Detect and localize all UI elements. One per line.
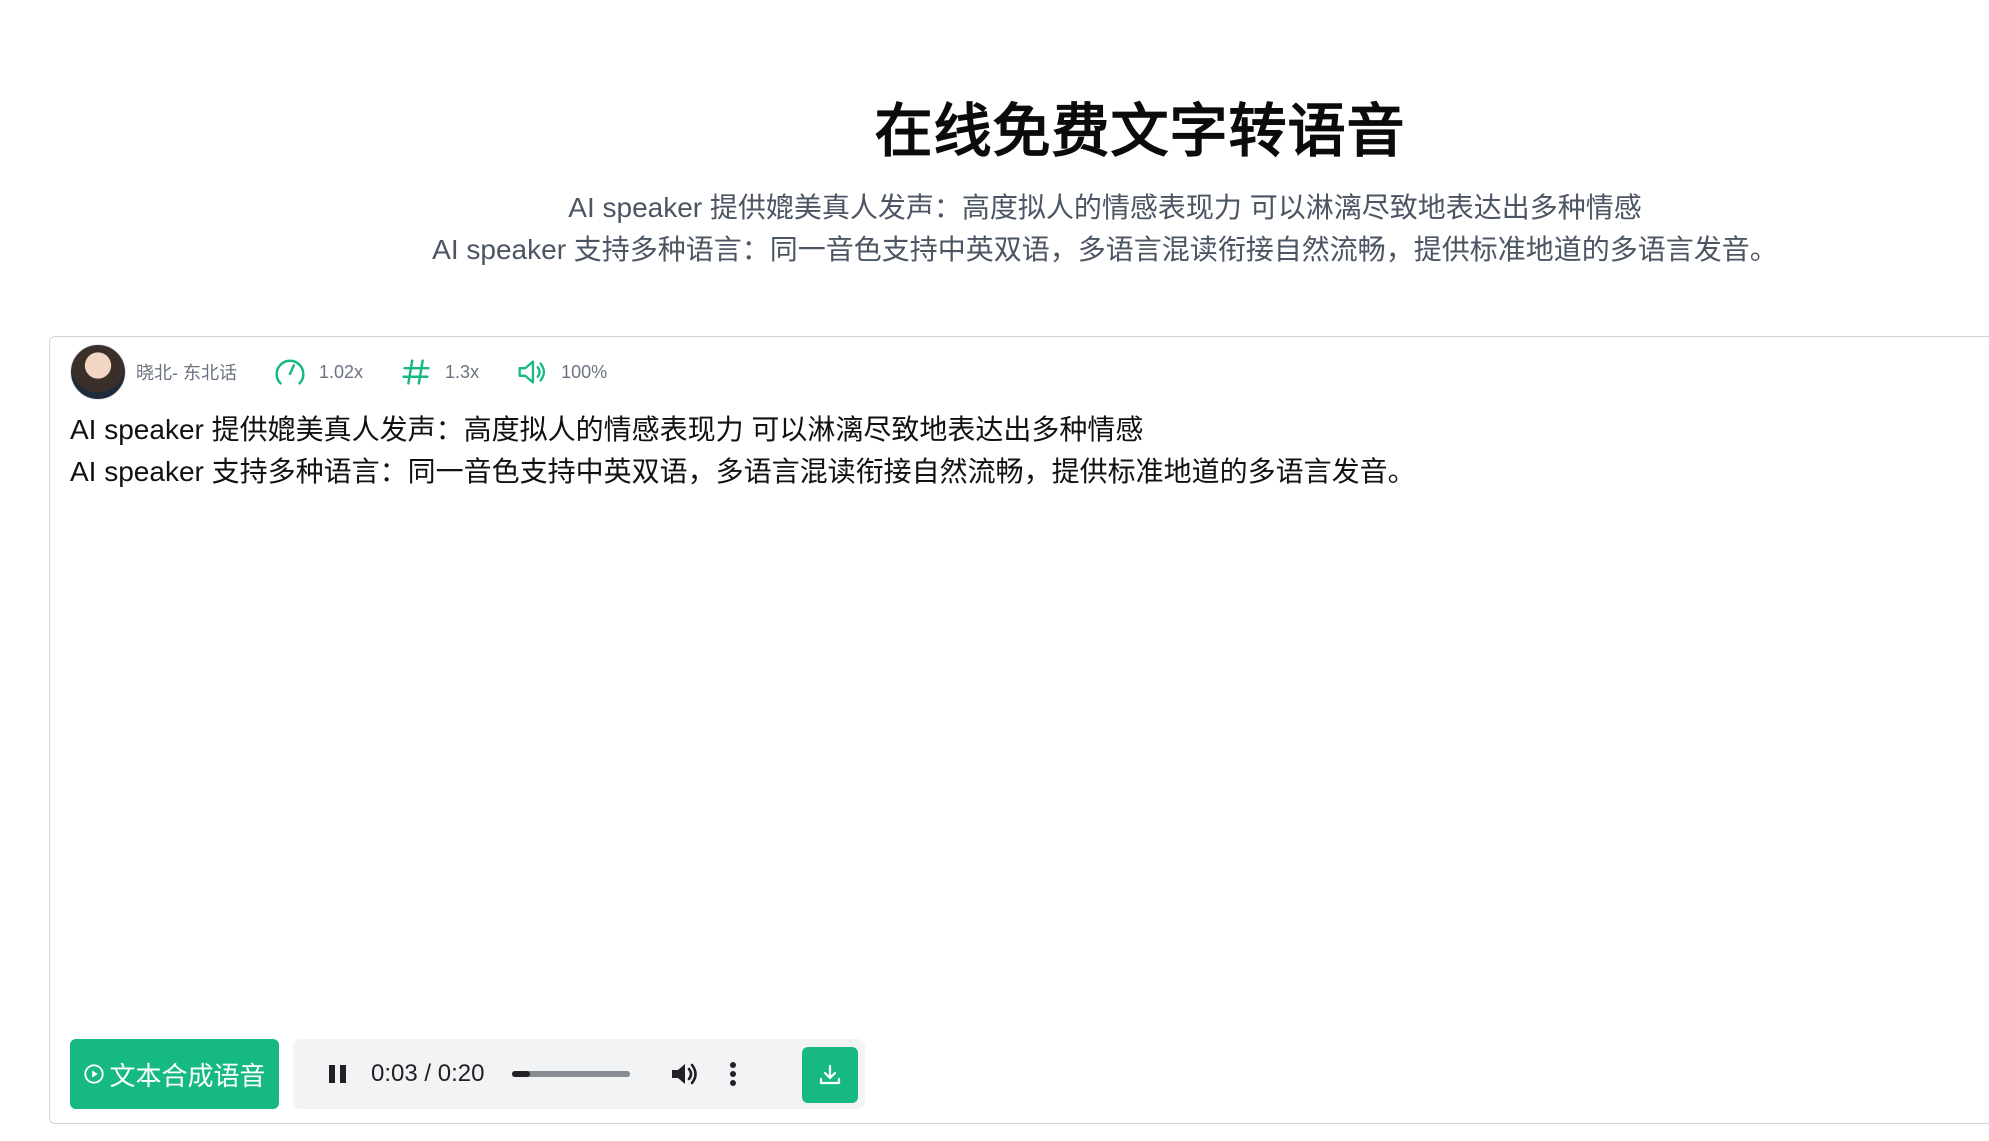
hash-icon (402, 359, 430, 385)
more-vertical-icon (730, 1062, 737, 1086)
subtitle-line-2: AI speaker 支持多种语言：同一音色支持中英双语，多语言混读衔接自然流畅… (432, 234, 1778, 265)
speed-control[interactable]: 1.02x (271, 353, 363, 391)
subtitle-line-1: AI speaker 提供媲美真人发声：高度拟人的情感表现力 可以淋漓尽致地表达… (568, 192, 1642, 223)
synthesize-label: 文本合成语音 (109, 1060, 266, 1091)
text-line-2: AI speaker 支持多种语言：同一音色支持中英双语，多语言混读衔接自然流畅… (70, 456, 1416, 487)
page-title: 在线免费文字转语音 (874, 99, 1406, 164)
pause-icon (329, 1065, 346, 1083)
time-display: 0:03 / 0:20 (371, 1060, 485, 1087)
voice-toolbar: 晓北- 东北话 1.02x 1.3x 100% (70, 343, 607, 401)
text-input[interactable]: AI speaker 提供媲美真人发声：高度拟人的情感表现力 可以淋漓尽致地表达… (70, 409, 1970, 493)
volume-icon[interactable] (668, 1058, 700, 1090)
audio-player: 0:03 / 0:20 (293, 1039, 865, 1109)
volume-value: 100% (561, 361, 608, 382)
editor-card: 晓北- 东北话 1.02x 1.3x 100% AI speaker 提供媲美真… (49, 336, 1989, 1124)
download-button[interactable] (802, 1047, 858, 1103)
progress-fill (512, 1071, 531, 1077)
pitch-control[interactable]: 1.3x (397, 353, 479, 391)
progress-slider[interactable] (512, 1071, 631, 1077)
download-icon (819, 1064, 841, 1085)
play-circle-icon (84, 1064, 105, 1084)
controls-bar: 文本合成语音 0:03 / 0:20 (70, 1039, 865, 1109)
voice-name[interactable]: 晓北- 东北话 (136, 359, 237, 385)
synthesize-button[interactable]: 文本合成语音 (70, 1039, 279, 1109)
pitch-value: 1.3x (445, 361, 480, 382)
speaker-icon (518, 360, 546, 384)
avatar[interactable] (70, 344, 126, 400)
page: 在线免费文字转语音 AI speaker 提供媲美真人发声：高度拟人的情感表现力… (0, 0, 1989, 1141)
speed-value: 1.02x (319, 361, 364, 382)
pause-button[interactable] (323, 1059, 353, 1089)
volume-control[interactable]: 100% (513, 353, 607, 391)
text-line-1: AI speaker 提供媲美真人发声：高度拟人的情感表现力 可以淋漓尽致地表达… (70, 414, 1144, 445)
more-options-button[interactable] (726, 1058, 740, 1090)
speedometer-icon (275, 359, 305, 385)
